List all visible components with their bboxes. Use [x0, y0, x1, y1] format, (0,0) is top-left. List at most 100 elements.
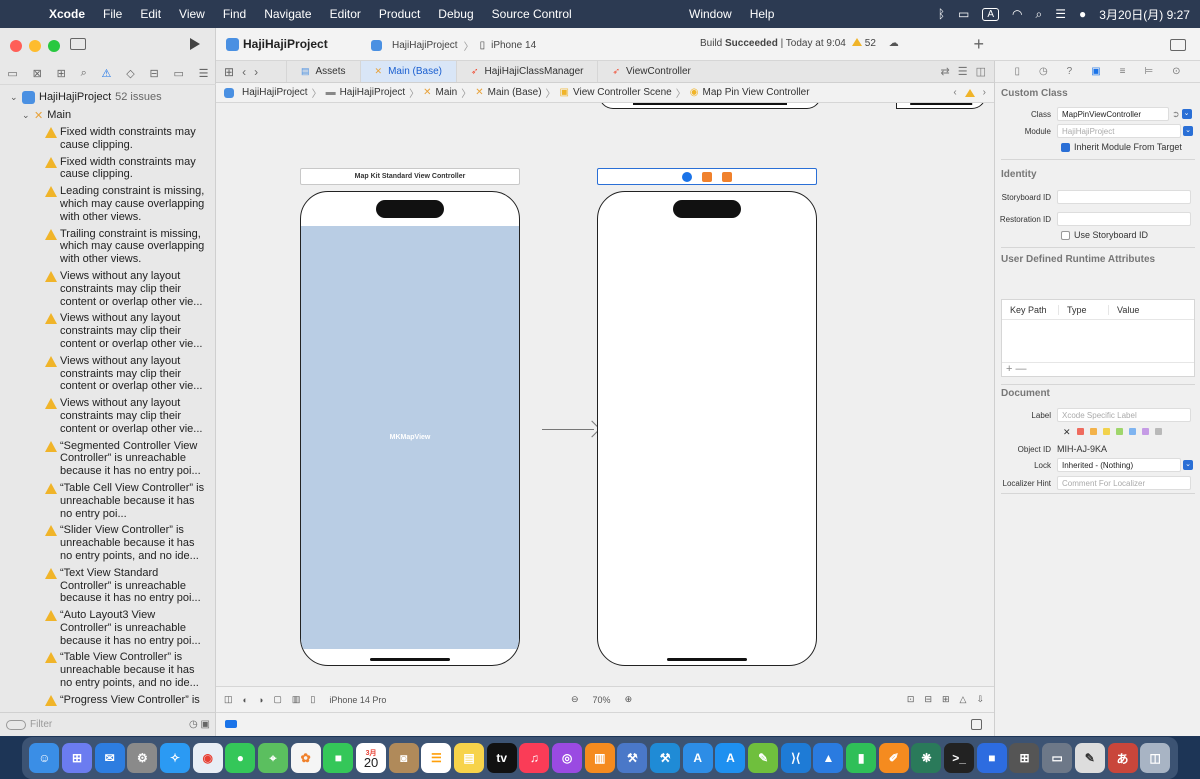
label-color-swatch[interactable] — [1154, 428, 1162, 435]
filter-input[interactable]: Filter — [30, 719, 52, 730]
menu-editor[interactable]: Editor — [321, 7, 370, 21]
identity-inspector-icon[interactable]: ▣ — [1091, 66, 1100, 77]
size-inspector-icon[interactable]: ⊨ — [1144, 66, 1153, 77]
no-color-icon[interactable]: ✕ — [1063, 427, 1071, 438]
menu-view[interactable]: View — [170, 7, 214, 21]
issue-row[interactable]: “Auto Layout3 View Controller” is unreac… — [0, 607, 216, 649]
menu-help[interactable]: Help — [741, 7, 784, 21]
menu-app-name[interactable]: Xcode — [40, 7, 94, 21]
label-color-swatch[interactable] — [1128, 428, 1136, 435]
find-navigator-icon[interactable]: ⌕ — [81, 67, 87, 80]
calendar-icon[interactable]: 3月 20 — [356, 743, 387, 773]
issue-row[interactable]: “Slider View Controller” is unreachable … — [0, 522, 216, 564]
tab-assets[interactable]: ▤ Assets — [286, 61, 360, 82]
scene-dock-selected[interactable] — [597, 168, 817, 185]
exit-icon[interactable] — [722, 171, 732, 182]
jump-item[interactable]: Main (Base) — [488, 87, 542, 98]
recent-filter-icon[interactable]: ◷ ▣ — [189, 719, 210, 730]
chevron-down-icon[interactable]: ⌄ — [10, 92, 22, 103]
quick-help-icon[interactable]: ? — [1067, 66, 1073, 77]
mail-icon[interactable]: ✉ — [94, 743, 125, 773]
menu-product[interactable]: Product — [370, 7, 429, 21]
tab-hajihaji-class-manager[interactable]: ➶ HajiHajiClassManager — [455, 61, 597, 82]
attributes-inspector-icon[interactable]: ≡ — [1120, 66, 1126, 77]
add-remove-attribute[interactable]: + — — [1002, 362, 1194, 376]
class-arrow-icon[interactable]: ➲ — [1172, 109, 1180, 120]
xcode-icon[interactable]: ⚒ — [617, 743, 648, 773]
col-key-path[interactable]: Key Path — [1002, 305, 1058, 315]
issue-row[interactable]: Views without any layout constraints may… — [0, 268, 216, 310]
menu-edit[interactable]: Edit — [131, 7, 170, 21]
doc-label-field[interactable]: Xcode Specific Label — [1057, 408, 1191, 422]
jump-item[interactable]: Main — [436, 87, 458, 98]
issue-group-row[interactable]: ⌄ ✕ Main — [0, 106, 216, 124]
issue-row[interactable]: Views without any layout constraints may… — [0, 395, 216, 437]
label-color-swatch[interactable] — [1076, 428, 1084, 435]
tab-main-base[interactable]: ✕ Main (Base) — [359, 61, 456, 82]
zoom-level[interactable]: 70% — [593, 695, 611, 705]
class-field[interactable]: MapPinViewController — [1057, 107, 1169, 121]
issue-navigator-icon[interactable]: ⚠ — [102, 67, 112, 80]
chevron-down-icon[interactable]: ⌄ — [22, 110, 34, 121]
tab-view-controller[interactable]: ➶ ViewController — [597, 61, 704, 82]
split-editor-icon[interactable]: ◫ — [976, 65, 986, 78]
messages-icon[interactable]: ● — [225, 743, 256, 773]
chevron-left-icon[interactable]: ‹ — [953, 87, 956, 98]
device-config[interactable]: iPhone 14 Pro — [329, 695, 386, 705]
launchpad-icon[interactable]: ⊞ — [62, 743, 92, 773]
issue-row[interactable]: “Segmented Controller View Controller” i… — [0, 438, 216, 480]
dictionary-icon[interactable]: あ — [1107, 743, 1138, 773]
device-icon[interactable]: ▯ — [310, 694, 315, 705]
system-settings-icon[interactable]: ⚙ — [127, 743, 158, 773]
breakpoint-navigator-icon[interactable]: ▭ — [173, 67, 183, 80]
map-pin-scene[interactable] — [597, 191, 817, 666]
reminders-icon[interactable]: ☰ — [421, 743, 452, 773]
battery-icon[interactable]: ▭ — [958, 7, 969, 21]
appearance-icon[interactable]: ◐ — [243, 695, 248, 705]
menu-navigate[interactable]: Navigate — [255, 7, 320, 21]
siri-icon[interactable]: ● — [1079, 7, 1086, 21]
scene-title-map-kit[interactable]: Map Kit Standard View Controller — [300, 168, 520, 185]
wifi-icon[interactable]: ◠ — [1012, 7, 1022, 21]
textedit-icon[interactable]: ✎ — [1074, 743, 1105, 773]
contacts-icon[interactable]: ◙ — [388, 743, 419, 773]
issue-row[interactable]: Views without any layout constraints may… — [0, 353, 216, 395]
cloud-icon[interactable]: ☁ — [889, 38, 899, 49]
label-color-swatch[interactable] — [1141, 428, 1149, 435]
console-toggle-icon[interactable] — [971, 719, 982, 730]
test-navigator-icon[interactable]: ◇ — [126, 67, 134, 80]
inherit-module-checkbox[interactable] — [1061, 142, 1070, 152]
project-navigator-icon[interactable]: ▭ — [7, 67, 17, 80]
issue-row[interactable]: Fixed width constraints may cause clippi… — [0, 154, 216, 184]
menu-window[interactable]: Window — [680, 7, 741, 21]
library-add-icon[interactable]: + — [973, 34, 984, 55]
chrome-icon[interactable]: ◉ — [192, 743, 223, 773]
menu-source-control[interactable]: Source Control — [483, 7, 581, 21]
photos-icon[interactable]: ✿ — [290, 743, 321, 773]
update-frames-icon[interactable]: ⊡ — [907, 694, 915, 705]
zoom-app-icon[interactable]: ■ — [976, 743, 1007, 773]
sidebar-toggle-icon[interactable] — [70, 38, 86, 50]
utility-icon[interactable]: ❋ — [911, 743, 942, 773]
embed-icon[interactable]: ⇩ — [976, 694, 984, 705]
chevron-down-icon[interactable]: ⌄ — [1183, 460, 1193, 470]
control-center-icon[interactable]: ☰ — [1055, 7, 1066, 21]
col-value[interactable]: Value — [1108, 304, 1139, 315]
zoom-in-icon[interactable]: ⊕ — [625, 694, 633, 705]
jump-item[interactable]: View Controller Scene — [573, 87, 672, 98]
issue-row[interactable]: “Table Cell View Controller” is unreacha… — [0, 480, 216, 522]
align-icon[interactable]: ⊟ — [924, 694, 932, 705]
outline-toggle-icon[interactable]: ◫ — [224, 694, 233, 705]
menu-file[interactable]: File — [94, 7, 131, 21]
search-icon[interactable]: ⌕ — [1036, 7, 1043, 22]
orientation-icon[interactable]: ▢ — [273, 694, 282, 705]
label-color-swatch[interactable] — [1089, 428, 1097, 435]
view-controller-icon[interactable] — [682, 171, 692, 182]
issue-row[interactable]: “Table View Controller” is unreachable b… — [0, 649, 216, 691]
terminal-icon[interactable]: >_ — [944, 743, 975, 773]
maps-icon[interactable]: ⌖ — [258, 743, 289, 773]
music-icon[interactable]: ♫ — [519, 743, 550, 773]
chevron-right-icon[interactable]: › — [983, 87, 986, 98]
trash-icon[interactable]: ◫ — [1140, 743, 1171, 773]
col-type[interactable]: Type — [1058, 304, 1108, 315]
